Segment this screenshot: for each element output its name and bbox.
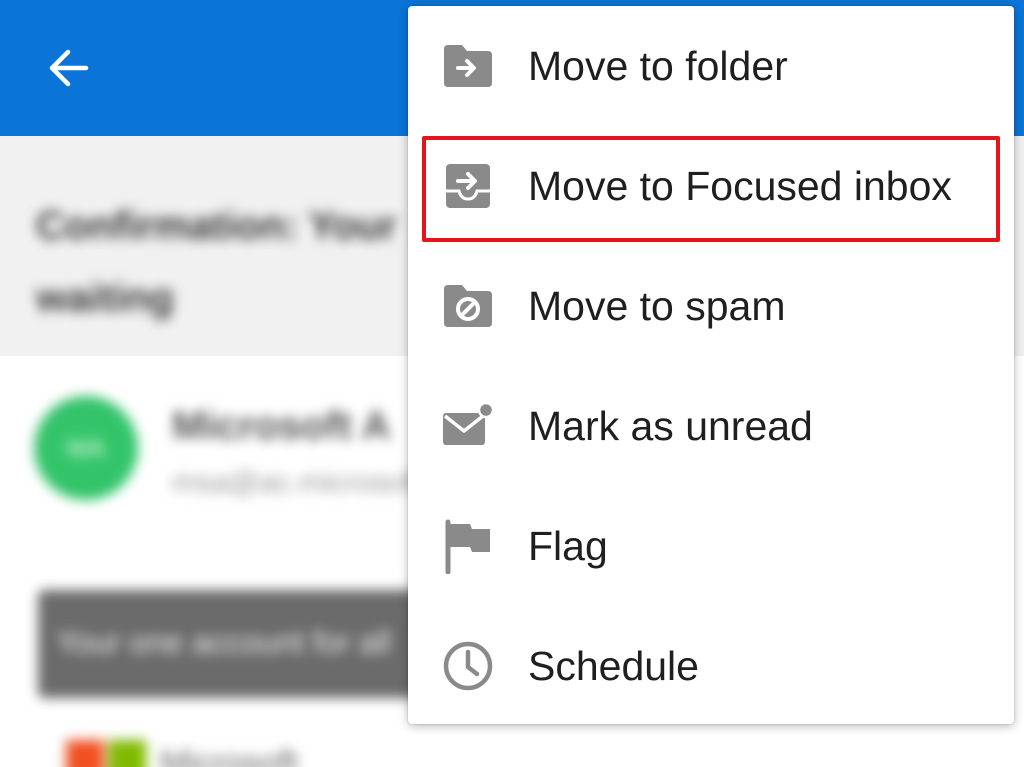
email-banner-text: Your one account for all [56,624,392,660]
menu-item-label: Mark as unread [528,403,813,449]
email-footer-text: Microsoft [160,744,298,767]
sender-name: Microsoft A [172,404,391,448]
menu-item-label: Move to folder [528,43,788,89]
menu-item-label: Move to spam [528,283,786,329]
avatar[interactable]: MA [34,396,138,500]
focused-inbox-icon [438,156,498,216]
clock-icon [438,636,498,696]
microsoft-logo-icon [66,740,146,767]
email-subject: Confirmation: Your waiting [36,204,397,320]
menu-item-label: Schedule [528,643,699,689]
folder-move-icon [438,36,498,96]
screen: Confirmation: Your waiting MA Microsoft … [0,0,1024,767]
menu-item-flag[interactable]: Flag [408,486,1014,606]
menu-item-move-to-spam[interactable]: Move to spam [408,246,1014,366]
overflow-menu: Move to folder Move to Focused inbox Mov… [408,6,1014,724]
menu-item-schedule[interactable]: Schedule [408,606,1014,726]
menu-item-label: Move to Focused inbox [528,163,952,209]
menu-item-move-to-focused-inbox[interactable]: Move to Focused inbox [408,126,1014,246]
menu-item-mark-as-unread[interactable]: Mark as unread [408,366,1014,486]
menu-item-label: Flag [528,523,608,569]
envelope-unread-icon [438,396,498,456]
arrow-left-icon [49,49,89,87]
spam-folder-icon [438,276,498,336]
menu-item-move-to-folder[interactable]: Move to folder [408,6,1014,126]
flag-icon [438,516,498,576]
back-button[interactable] [28,28,108,108]
